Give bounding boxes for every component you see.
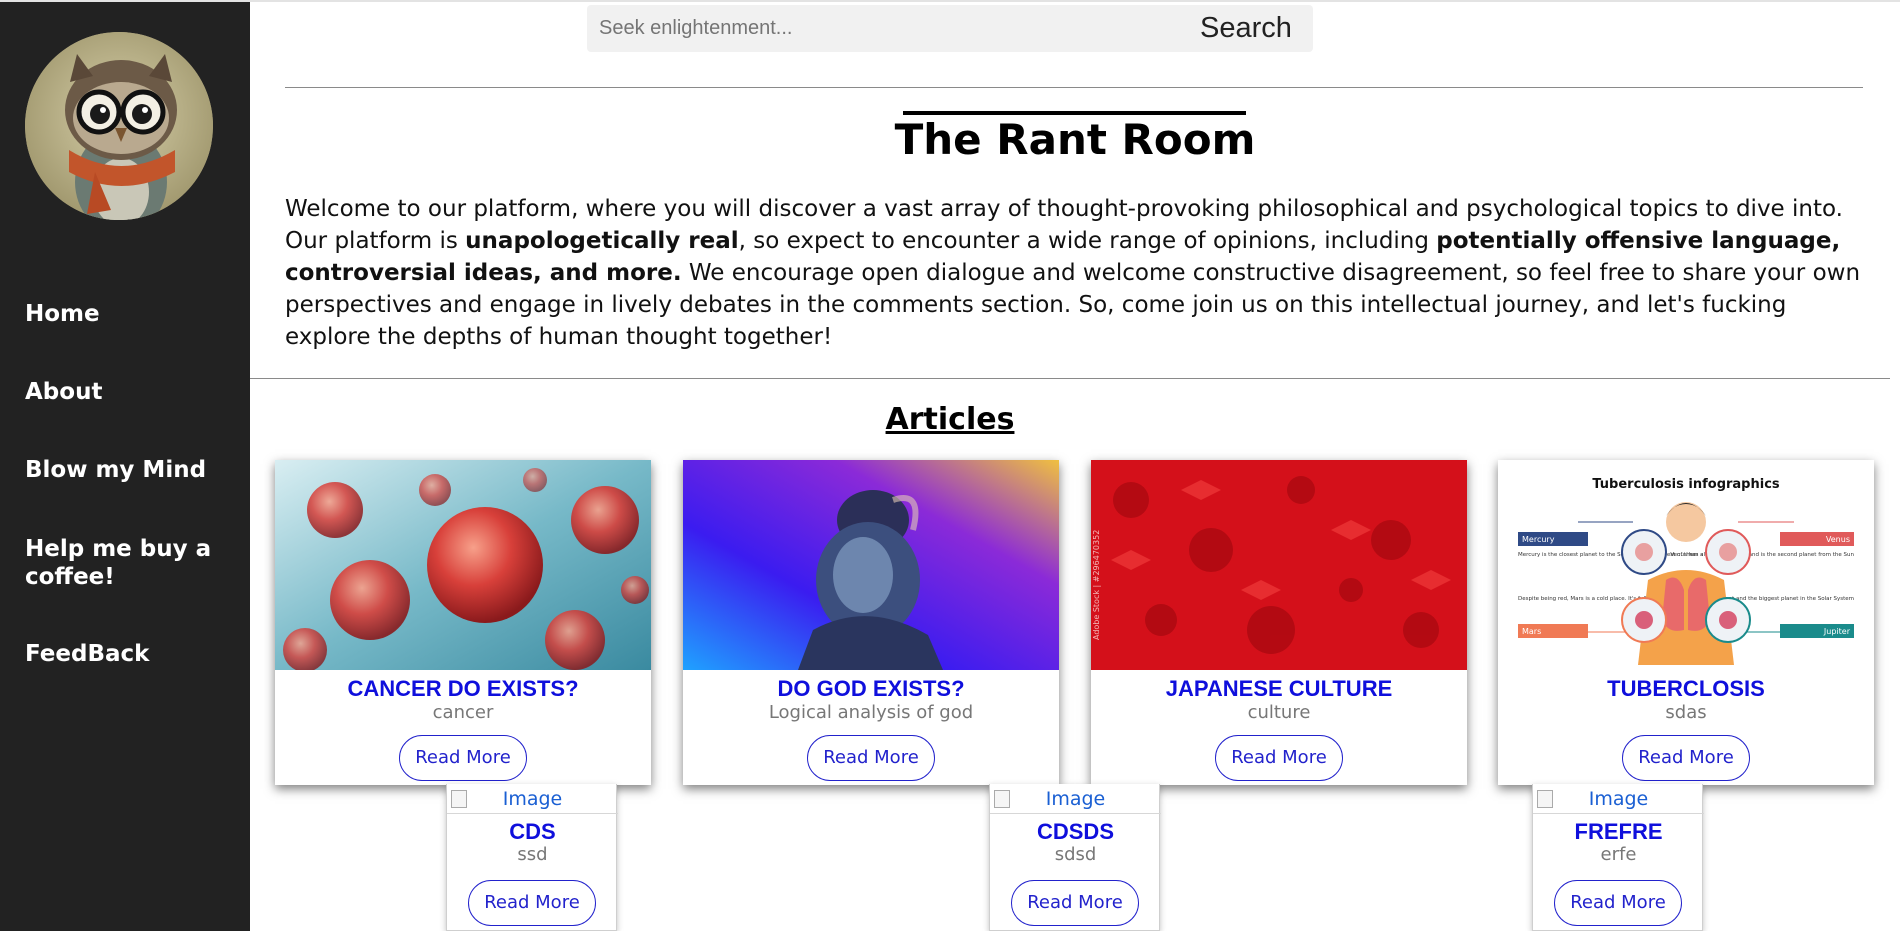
page-title: The Rant Room — [894, 115, 1256, 164]
divider-middle — [250, 378, 1890, 379]
tuberculosis-infographic-image: Tuberculosis infographics Mercury Mercur… — [1498, 460, 1874, 670]
card-subtitle: ssd — [517, 844, 548, 865]
card-subtitle: culture — [1247, 702, 1311, 723]
god-image — [683, 460, 1059, 670]
card-title[interactable]: CANCER DO EXISTS? — [275, 674, 651, 704]
image-alt-text: Image — [1045, 788, 1106, 810]
image-alt-text: Image — [502, 788, 563, 810]
read-more-button[interactable]: Read More — [1011, 880, 1139, 926]
articles-heading: Articles — [885, 402, 1015, 437]
mars-label: Mars — [1522, 627, 1541, 636]
card-subtitle: Logical analysis of god — [768, 702, 974, 723]
card-subtitle: erfe — [1600, 844, 1637, 865]
sidebar-item-home[interactable]: Home — [25, 300, 225, 328]
card-subtitle: cancer — [432, 702, 494, 723]
search-button[interactable]: Search — [1178, 5, 1314, 52]
article-card-japanese-culture: Adobe Stock | #296470352 JAPANESE CULTUR… — [1091, 460, 1467, 785]
broken-image-icon — [1537, 790, 1553, 808]
intro-bold-1: unapologetically real — [465, 228, 739, 254]
infographic-title: Tuberculosis infographics — [1592, 477, 1780, 492]
card-title[interactable]: TUBERCLOSIS — [1498, 674, 1874, 704]
top-border — [0, 0, 1900, 2]
venus-text: Venus has a beautiful name and is the se… — [1670, 552, 1854, 558]
owl-avatar — [25, 32, 213, 220]
stock-watermark: Adobe Stock | #296470352 — [1092, 530, 1101, 640]
article-card-frefre: Image FREFRE erfe Read More — [1532, 784, 1704, 931]
sidebar-item-feedback[interactable]: FeedBack — [25, 640, 225, 668]
article-card-cancer: CANCER DO EXISTS? cancer Read More — [275, 460, 651, 785]
read-more-button[interactable]: Read More — [1622, 735, 1750, 781]
read-more-button[interactable]: Read More — [1554, 880, 1682, 926]
card-title[interactable]: CDSDS — [990, 818, 1161, 846]
article-card-tuberculosis: Tuberculosis infographics Mercury Mercur… — [1498, 460, 1874, 785]
card-subtitle: sdas — [1665, 702, 1707, 723]
read-more-button[interactable]: Read More — [468, 880, 596, 926]
broken-image-icon — [994, 790, 1010, 808]
broken-image: Image — [1533, 784, 1704, 814]
venus-label: Venus — [1826, 535, 1850, 544]
read-more-button[interactable]: Read More — [1215, 735, 1343, 781]
broken-image: Image — [447, 784, 618, 814]
card-title[interactable]: FREFRE — [1533, 818, 1704, 846]
card-subtitle: sdsd — [1054, 844, 1097, 865]
search-input[interactable] — [587, 5, 1177, 52]
sidebar: Home About Blow my Mind Help me buy a co… — [0, 2, 250, 931]
card-title[interactable]: JAPANESE CULTURE — [1091, 674, 1467, 704]
cancer-cells-image — [275, 460, 651, 670]
sidebar-item-about[interactable]: About — [25, 378, 225, 406]
article-card-cds: Image CDS ssd Read More — [446, 784, 618, 931]
image-alt-text: Image — [1588, 788, 1649, 810]
article-card-god: DO GOD EXISTS? Logical analysis of god R… — [683, 460, 1059, 785]
card-title[interactable]: DO GOD EXISTS? — [683, 674, 1059, 704]
japanese-pattern-image: Adobe Stock | #296470352 — [1091, 460, 1467, 670]
card-title[interactable]: CDS — [447, 818, 618, 846]
divider-top — [285, 87, 1863, 88]
sidebar-item-buy-coffee[interactable]: Help me buy a coffee! — [25, 535, 225, 591]
mercury-label: Mercury — [1522, 535, 1555, 544]
intro-paragraph: Welcome to our platform, where you will … — [285, 193, 1865, 353]
article-card-cdsds: Image CDSDS sdsd Read More — [989, 784, 1161, 931]
jupiter-label: Jupiter — [1823, 627, 1851, 636]
sidebar-item-blow-my-mind[interactable]: Blow my Mind — [25, 456, 225, 484]
read-more-button[interactable]: Read More — [399, 735, 527, 781]
broken-image-icon — [451, 790, 467, 808]
intro-text-2: , so expect to encounter a wide range of… — [738, 228, 1437, 254]
broken-image: Image — [990, 784, 1161, 814]
read-more-button[interactable]: Read More — [807, 735, 935, 781]
